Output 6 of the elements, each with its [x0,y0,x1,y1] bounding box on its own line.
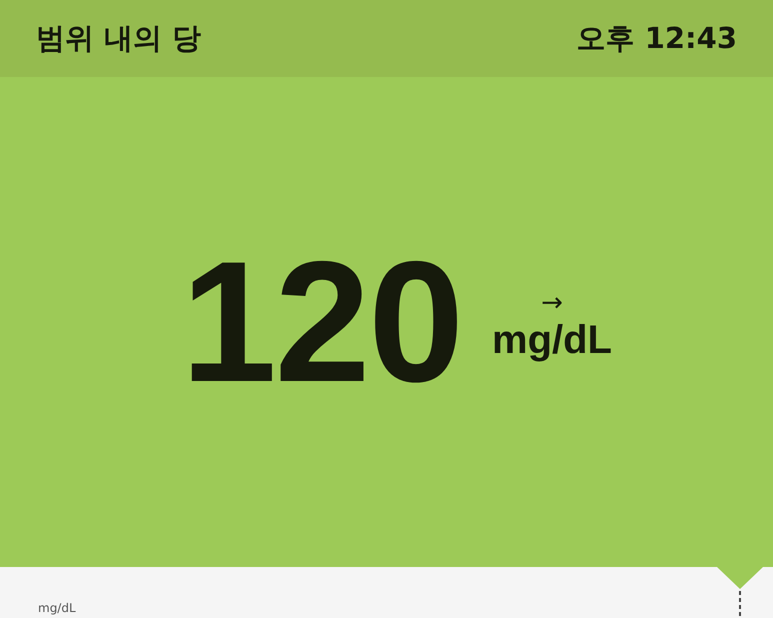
time-label: 오후 12:43 [576,20,737,56]
axis-unit-label: mg/dL [38,601,77,615]
trend-arrow: → [541,290,563,316]
unit-label: mg/dL [492,318,612,362]
glucose-value: 120 [181,236,462,408]
status-title: 범위 내의 당 [36,20,202,56]
